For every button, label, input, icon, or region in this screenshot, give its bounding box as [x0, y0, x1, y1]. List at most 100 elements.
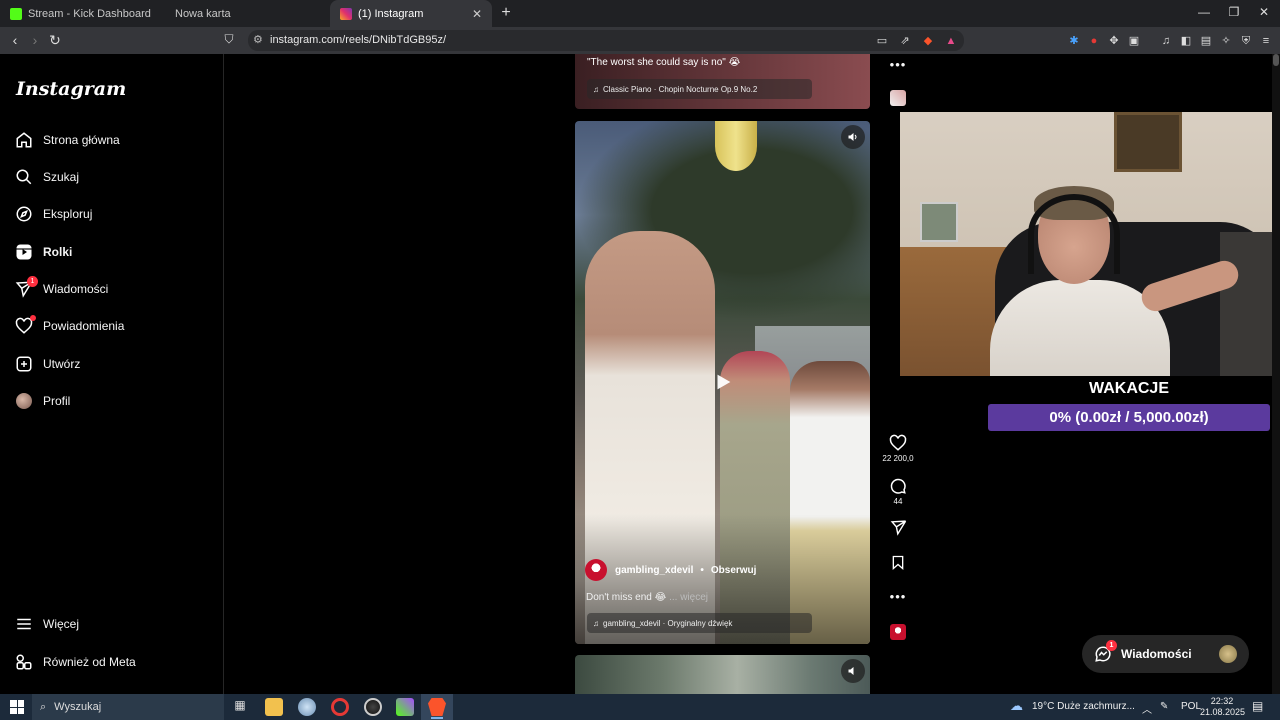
address-toolbar: ‹ › ↻ ⛉ ⚙ instagram.com/reels/DNibTdGB95… — [0, 27, 1280, 54]
sidebar-item-more[interactable]: Więcej — [14, 609, 79, 639]
sidebar-item-reels[interactable]: Rolki — [14, 237, 72, 267]
reel-more-icon[interactable]: ••• — [882, 589, 914, 604]
forward-icon[interactable]: › — [26, 32, 44, 48]
sidebar-item-explore[interactable]: Eksploruj — [14, 199, 92, 229]
sidebar-item-search[interactable]: Szukaj — [14, 162, 79, 192]
caption-text: Don't miss end 😂 — [586, 592, 667, 603]
instagram-icon — [340, 7, 352, 20]
close-window-icon[interactable]: ✕ — [1254, 5, 1274, 19]
close-tab-icon[interactable]: ✕ — [472, 7, 482, 21]
audio-thumbnail[interactable] — [890, 624, 906, 640]
tray-overflow-icon[interactable]: ︿ — [1142, 701, 1152, 716]
tab-kick-dashboard[interactable]: Stream - Kick Dashboard — [0, 0, 162, 27]
notification-center-icon[interactable]: ▤ — [1252, 699, 1263, 713]
follow-button[interactable]: Obserwuj — [711, 565, 757, 576]
reel-author: gambling_xdevil • Obserwuj — [585, 559, 756, 581]
pen-icon[interactable]: ✎ — [1160, 701, 1168, 712]
audio-label: Classic Piano · Chopin Nocturne Op.9 No.… — [603, 84, 758, 94]
brave-rewards-icon[interactable]: ▲ — [943, 33, 959, 49]
save-button[interactable] — [882, 554, 914, 571]
sidebar-toggle-icon[interactable]: ◧ — [1178, 33, 1194, 49]
extensions-icon[interactable]: ✥ — [1106, 33, 1122, 49]
taskbar-clock[interactable]: 22:32 21.08.2025 — [1200, 696, 1245, 718]
profile-avatar — [14, 391, 34, 411]
site-settings-icon[interactable]: ⚙ — [253, 33, 263, 46]
vpn-icon[interactable]: ⛨ — [1238, 33, 1254, 49]
author-avatar[interactable] — [585, 559, 607, 581]
instagram-logo[interactable]: Instagram — [16, 78, 126, 100]
previous-reel-audio[interactable]: ♫ Classic Piano · Chopin Nocturne Op.9 N… — [587, 79, 812, 99]
reload-icon[interactable]: ↻ — [46, 32, 64, 49]
restore-icon[interactable]: ❐ — [1224, 5, 1244, 19]
file-explorer-icon[interactable] — [265, 698, 283, 716]
message-avatar — [1219, 645, 1237, 663]
sidebar-item-label: Szukaj — [43, 170, 80, 184]
steam-icon[interactable] — [364, 698, 382, 716]
leo-ai-icon[interactable]: ✧ — [1218, 33, 1234, 49]
sidebar-item-home[interactable]: Strona główna — [14, 125, 120, 155]
language-indicator[interactable]: POL — [1181, 701, 1201, 712]
tab-label: (1) Instagram — [358, 7, 424, 20]
taskbar-search[interactable]: ⌕ Wyszukaj — [32, 694, 224, 720]
sidebar-item-also-from-meta[interactable]: Również od Meta — [14, 647, 136, 677]
like-button[interactable]: 22 200,0 — [882, 434, 914, 463]
music-note-icon: ♫ — [593, 618, 599, 628]
send-icon — [890, 520, 906, 536]
menu-icon[interactable]: ≡ — [1258, 33, 1274, 49]
opera-icon[interactable] — [331, 698, 349, 716]
extension-record-icon[interactable]: ● — [1086, 33, 1102, 49]
heart-icon — [14, 315, 36, 336]
sidebar-item-label: Powiadomienia — [43, 319, 125, 333]
messages-floating-button[interactable]: 1 Wiadomości — [1082, 635, 1249, 673]
author-username[interactable]: gambling_xdevil — [615, 565, 693, 576]
brave-shield-icon[interactable]: ◆ — [920, 33, 936, 49]
audio-label: gambling_xdevil · Oryginalny dźwięk — [603, 618, 733, 628]
sidebar-item-create[interactable]: Utwórz — [14, 349, 80, 379]
url-text: instagram.com/reels/DNibTdGB95z/ — [270, 34, 447, 46]
volume-icon[interactable] — [841, 125, 865, 149]
messages-label: Wiadomości — [1121, 647, 1192, 661]
reader-icon[interactable]: ▣ — [1126, 33, 1142, 49]
page-scrollbar[interactable] — [1272, 54, 1280, 694]
previous-reel-more-icon[interactable]: ••• — [882, 57, 914, 72]
sidebar-item-profile[interactable]: Profil — [14, 386, 70, 416]
minimize-icon[interactable]: — — [1194, 5, 1214, 19]
url-bar[interactable]: ⚙ instagram.com/reels/DNibTdGB95z/ — [248, 30, 964, 51]
previous-reel[interactable]: "The worst she could say is no" 😭 ♫ Clas… — [575, 54, 870, 109]
sidebar-item-label: Rolki — [43, 245, 73, 259]
media-icon[interactable]: ♫ — [1158, 33, 1174, 49]
share-button[interactable] — [882, 519, 914, 536]
sidebar-item-label: Wiadomości — [43, 282, 109, 296]
taskbar-search-placeholder: Wyszukaj — [54, 701, 102, 713]
new-tab-button[interactable]: + — [497, 4, 515, 22]
task-view-icon[interactable]: ▦ — [231, 698, 249, 716]
sidebar-item-messages[interactable]: 1 Wiadomości — [14, 274, 108, 304]
bookmark-icon[interactable]: ⛉ — [220, 32, 238, 47]
comment-button[interactable]: 44 — [882, 477, 914, 506]
stream-app-icon[interactable] — [396, 698, 414, 716]
app-icon[interactable] — [298, 698, 316, 716]
volume-icon[interactable] — [841, 659, 865, 683]
tab-instagram[interactable]: (1) Instagram ✕ — [330, 0, 492, 27]
share-icon[interactable]: ⇗ — [897, 33, 913, 49]
scrollbar-thumb[interactable] — [1273, 54, 1279, 66]
sidebar-item-notifications[interactable]: Powiadomienia — [14, 311, 124, 341]
next-reel[interactable] — [575, 655, 870, 694]
search-icon — [14, 167, 34, 187]
reels-icon — [14, 242, 34, 262]
wallet-icon[interactable]: ▤ — [1198, 33, 1214, 49]
previous-audio-thumbnail[interactable] — [890, 90, 906, 106]
tab-new-tab[interactable]: Nowa karta — [165, 0, 327, 27]
current-reel-audio[interactable]: ♫ gambling_xdevil · Oryginalny dźwięk — [587, 613, 812, 633]
cast-icon[interactable]: ▭ — [874, 33, 890, 49]
extension-translate-icon[interactable]: ✱ — [1066, 33, 1082, 49]
current-reel-video[interactable]: gambling_xdevil • Obserwuj Don't miss en… — [575, 121, 870, 644]
meta-icon — [14, 652, 34, 672]
search-icon: ⌕ — [40, 700, 47, 713]
windows-start-icon[interactable] — [10, 700, 24, 714]
play-icon[interactable] — [712, 371, 734, 393]
notification-dot — [30, 315, 36, 321]
weather-text[interactable]: 19°C Duże zachmurz... — [1032, 701, 1135, 712]
back-icon[interactable]: ‹ — [6, 32, 24, 48]
caption-more-link[interactable]: ... więcej — [669, 592, 708, 603]
